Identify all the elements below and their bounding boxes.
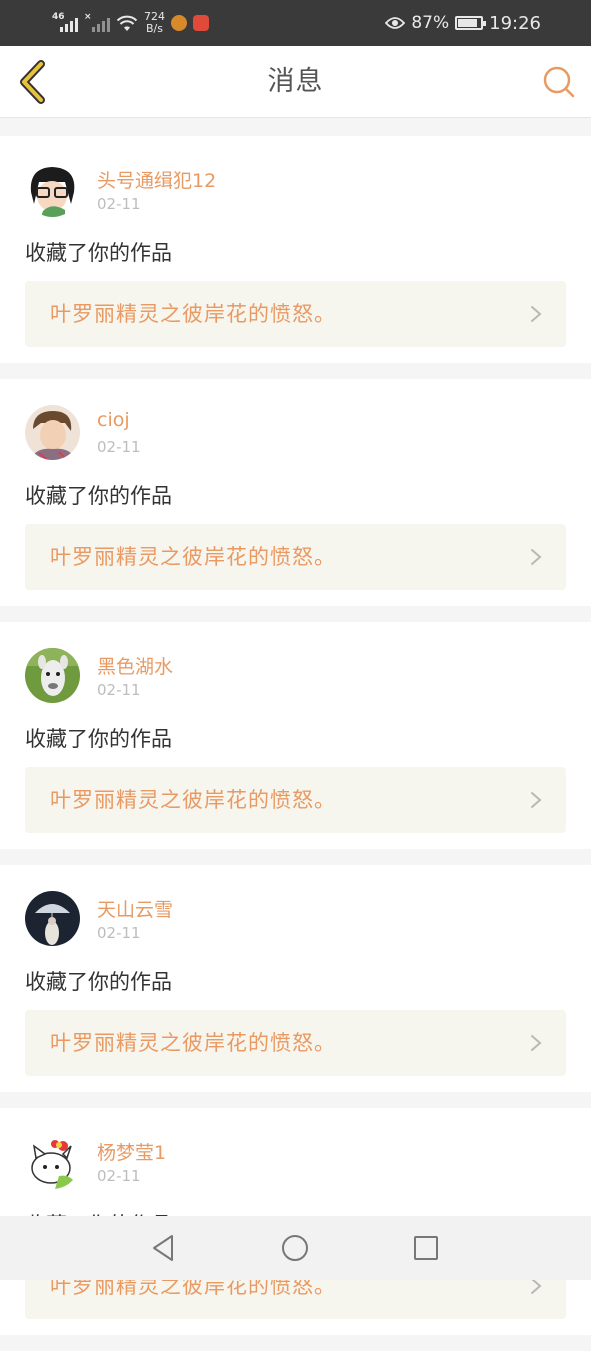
speed-unit: B/s [146, 22, 163, 35]
chevron-right-icon [531, 549, 542, 565]
chevron-right-icon [531, 1035, 542, 1051]
message-list: 头号通缉犯12 02-11 收藏了你的作品 叶罗丽精灵之彼岸花的愤怒。 cioj… [0, 136, 591, 1351]
app-notification-2-icon [193, 15, 209, 31]
umbrella-night-avatar[interactable] [25, 891, 80, 946]
action-text: 收藏了你的作品 [25, 970, 172, 994]
username[interactable]: 头号通缉犯12 [97, 166, 216, 193]
signal-icon: 46 [52, 12, 78, 34]
work-link[interactable]: 叶罗丽精灵之彼岸花的愤怒。 [25, 281, 566, 347]
clock: 19:26 [489, 12, 541, 34]
message-date: 02-11 [97, 924, 141, 942]
eye-comfort-icon [385, 17, 406, 29]
work-title: 叶罗丽精灵之彼岸花的愤怒。 [50, 1031, 336, 1055]
boy-photo-avatar[interactable] [25, 405, 80, 460]
signal-2-icon: × [84, 12, 110, 34]
status-right: 87% 19:26 [385, 8, 541, 38]
battery-icon [455, 16, 487, 30]
username[interactable]: 杨梦莹1 [97, 1138, 166, 1165]
work-title: 叶罗丽精灵之彼岸花的愤怒。 [50, 788, 336, 812]
username[interactable]: 黑色湖水 [97, 652, 173, 679]
message-card: 天山云雪 02-11 收藏了你的作品 叶罗丽精灵之彼岸花的愤怒。 [0, 865, 591, 1092]
no-service-label: × [84, 12, 92, 22]
header: 消息 [0, 46, 591, 118]
back-triangle-icon[interactable] [148, 1232, 180, 1264]
work-link[interactable]: 叶罗丽精灵之彼岸花的愤怒。 [25, 1010, 566, 1076]
alpaca-avatar[interactable] [25, 648, 80, 703]
username[interactable]: cioj [97, 409, 130, 431]
home-circle-icon[interactable] [279, 1232, 311, 1264]
network-speed: 724 B/s [144, 11, 165, 35]
work-title: 叶罗丽精灵之彼岸花的愤怒。 [50, 545, 336, 569]
status-left: 46 × 724 B/s [52, 8, 209, 38]
wifi-icon [116, 15, 138, 31]
system-navigation-bar [0, 1216, 591, 1280]
work-title: 叶罗丽精灵之彼岸花的愤怒。 [50, 302, 336, 326]
action-text: 收藏了你的作品 [25, 727, 172, 751]
work-link[interactable]: 叶罗丽精灵之彼岸花的愤怒。 [25, 524, 566, 590]
cartoon-girl-avatar[interactable] [25, 162, 80, 217]
work-link[interactable]: 叶罗丽精灵之彼岸花的愤怒。 [25, 767, 566, 833]
username[interactable]: 天山云雪 [97, 895, 173, 922]
chevron-right-icon [531, 306, 542, 322]
message-date: 02-11 [97, 195, 141, 213]
app-notification-icon [171, 15, 187, 31]
action-text: 收藏了你的作品 [25, 484, 172, 508]
search-icon[interactable] [541, 64, 577, 100]
message-card: 头号通缉犯12 02-11 收藏了你的作品 叶罗丽精灵之彼岸花的愤怒。 [0, 136, 591, 363]
recents-square-icon[interactable] [410, 1232, 442, 1264]
status-bar: 46 × 724 B/s 87% 19:26 [0, 0, 591, 46]
message-date: 02-11 [97, 681, 141, 699]
message-card: 黑色湖水 02-11 收藏了你的作品 叶罗丽精灵之彼岸花的愤怒。 [0, 622, 591, 849]
chevron-right-icon [531, 792, 542, 808]
battery-percent: 87% [411, 13, 450, 33]
message-date: 02-11 [97, 438, 141, 456]
message-card: cioj 02-11 收藏了你的作品 叶罗丽精灵之彼岸花的愤怒。 [0, 379, 591, 606]
page-title: 消息 [267, 66, 324, 97]
message-date: 02-11 [97, 1167, 141, 1185]
action-text: 收藏了你的作品 [25, 241, 172, 265]
hello-kitty-avatar[interactable] [25, 1134, 80, 1189]
